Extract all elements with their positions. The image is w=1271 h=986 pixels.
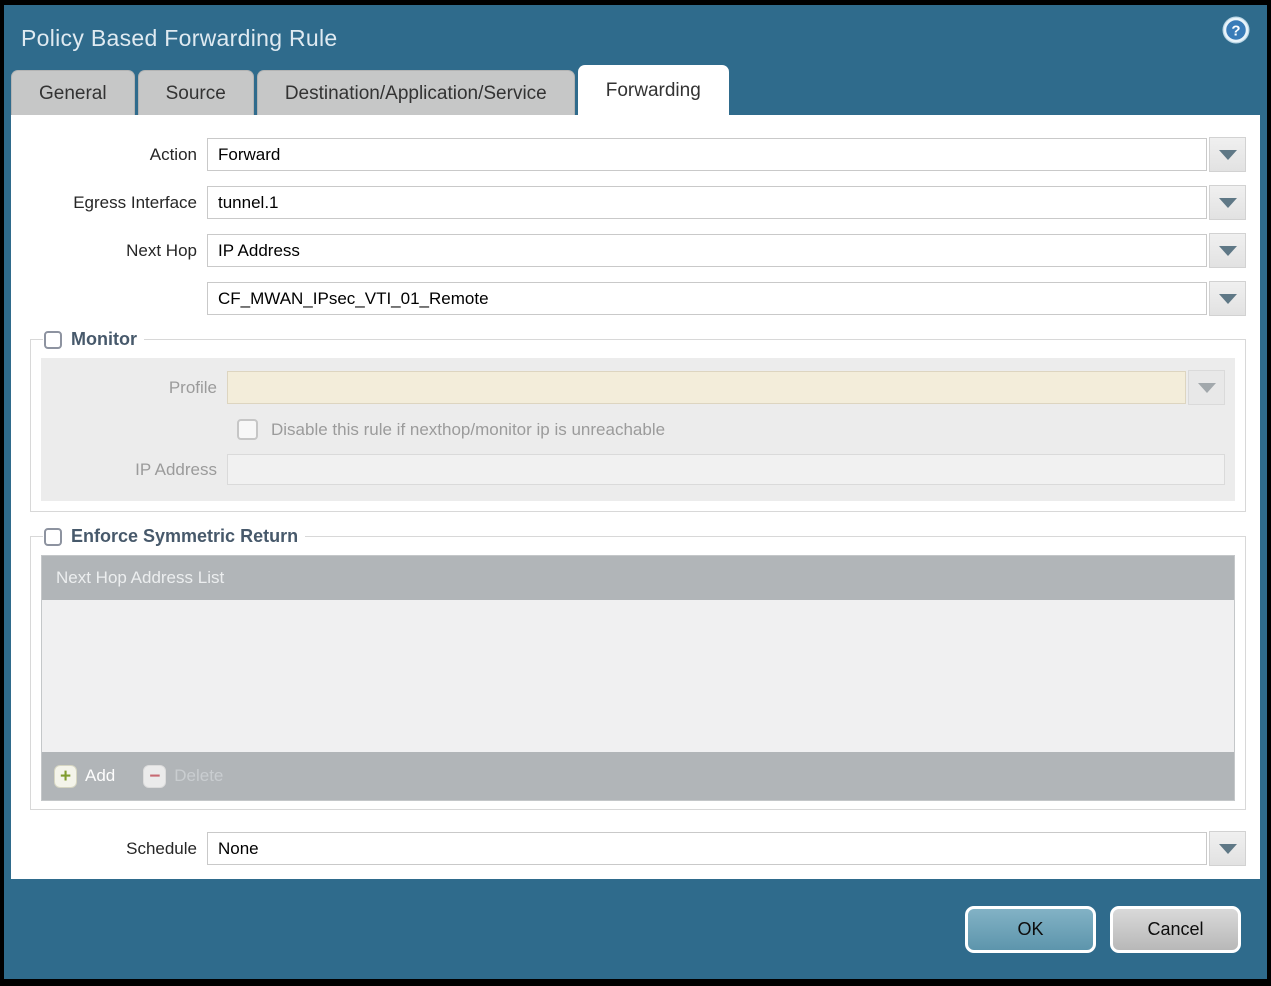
dialog-title: Policy Based Forwarding Rule (21, 24, 338, 51)
next-hop-address-select[interactable]: CF_MWAN_IPsec_VTI_01_Remote (207, 282, 1207, 315)
action-row: Action Forward (11, 137, 1246, 172)
table-header-label: Next Hop Address List (56, 568, 225, 587)
action-select[interactable]: Forward (207, 138, 1207, 171)
next-hop-label: Next Hop (126, 240, 197, 260)
disable-rule-row: Disable this rule if nexthop/monitor ip … (237, 419, 1225, 440)
add-button[interactable]: + Add (54, 764, 116, 788)
minus-icon: − (143, 764, 167, 788)
monitor-checkbox[interactable] (44, 330, 62, 349)
egress-interface-dropdown-button[interactable] (1209, 185, 1246, 220)
cancel-button[interactable]: Cancel (1110, 906, 1241, 953)
next-hop-address-list-table: Next Hop Address List + Add − Delete (41, 555, 1235, 801)
table-footer: + Add − Delete (42, 752, 1234, 800)
chevron-down-icon (1218, 245, 1237, 256)
delete-button-label: Delete (174, 766, 224, 785)
next-hop-address-row: CF_MWAN_IPsec_VTI_01_Remote (11, 281, 1246, 316)
profile-dropdown-button (1188, 370, 1225, 405)
enforce-symmetric-return-legend: Enforce Symmetric Return (43, 526, 305, 547)
schedule-dropdown-button[interactable] (1209, 831, 1246, 866)
tab-bar: General Source Destination/Application/S… (4, 65, 1267, 115)
ok-button[interactable]: OK (965, 906, 1096, 953)
next-hop-dropdown-button[interactable] (1209, 233, 1246, 268)
tab-content-forwarding: Action Forward Egress Interface tunnel.1… (11, 115, 1260, 879)
tab-general[interactable]: General (11, 70, 135, 115)
monitor-ip-input (227, 454, 1225, 485)
disable-rule-checkbox (237, 419, 258, 440)
plus-icon: + (54, 764, 77, 788)
tab-destination-application-service[interactable]: Destination/Application/Service (256, 70, 575, 115)
monitor-ip-row: IP Address (41, 454, 1225, 485)
delete-button[interactable]: − Delete (143, 764, 224, 788)
tab-forwarding[interactable]: Forwarding (577, 65, 729, 115)
enforce-symmetric-return-section: Enforce Symmetric Return Next Hop Addres… (30, 526, 1246, 810)
pbf-rule-dialog: Policy Based Forwarding Rule ? General S… (4, 5, 1267, 979)
disable-rule-label: Disable this rule if nexthop/monitor ip … (271, 419, 666, 439)
monitor-section: Monitor Profile Disable this rule if nex… (30, 329, 1246, 512)
enforce-symmetric-return-checkbox[interactable] (44, 527, 62, 546)
schedule-row: Schedule None (11, 831, 1246, 866)
next-hop-row: Next Hop IP Address (11, 233, 1246, 268)
profile-row: Profile (41, 370, 1225, 405)
help-icon[interactable]: ? (1222, 16, 1250, 44)
egress-interface-select[interactable]: tunnel.1 (207, 186, 1207, 219)
table-header: Next Hop Address List (42, 556, 1234, 600)
monitor-legend-label: Monitor (71, 329, 137, 349)
add-button-label: Add (85, 766, 116, 785)
profile-select (227, 371, 1186, 404)
egress-interface-label: Egress Interface (73, 192, 197, 212)
enforce-symmetric-return-label: Enforce Symmetric Return (71, 526, 299, 546)
title-bar: Policy Based Forwarding Rule ? (4, 5, 1267, 65)
tab-source[interactable]: Source (137, 70, 254, 115)
next-hop-type-select[interactable]: IP Address (207, 234, 1207, 267)
dialog-footer: OK Cancel (4, 879, 1267, 976)
schedule-label: Schedule (126, 838, 197, 858)
schedule-select[interactable]: None (207, 832, 1207, 865)
action-dropdown-button[interactable] (1209, 137, 1246, 172)
chevron-down-icon (1218, 197, 1237, 208)
chevron-down-icon (1197, 382, 1216, 393)
table-body (42, 600, 1234, 752)
svg-text:?: ? (1231, 23, 1240, 40)
monitor-panel: Profile Disable this rule if nexthop/mon… (41, 358, 1235, 501)
chevron-down-icon (1218, 149, 1237, 160)
next-hop-address-dropdown-button[interactable] (1209, 281, 1246, 316)
action-label: Action (149, 144, 197, 164)
chevron-down-icon (1218, 293, 1237, 304)
egress-interface-row: Egress Interface tunnel.1 (11, 185, 1246, 220)
monitor-ip-label: IP Address (135, 459, 217, 479)
monitor-legend: Monitor (43, 329, 144, 350)
chevron-down-icon (1218, 843, 1237, 854)
profile-label: Profile (168, 377, 217, 397)
